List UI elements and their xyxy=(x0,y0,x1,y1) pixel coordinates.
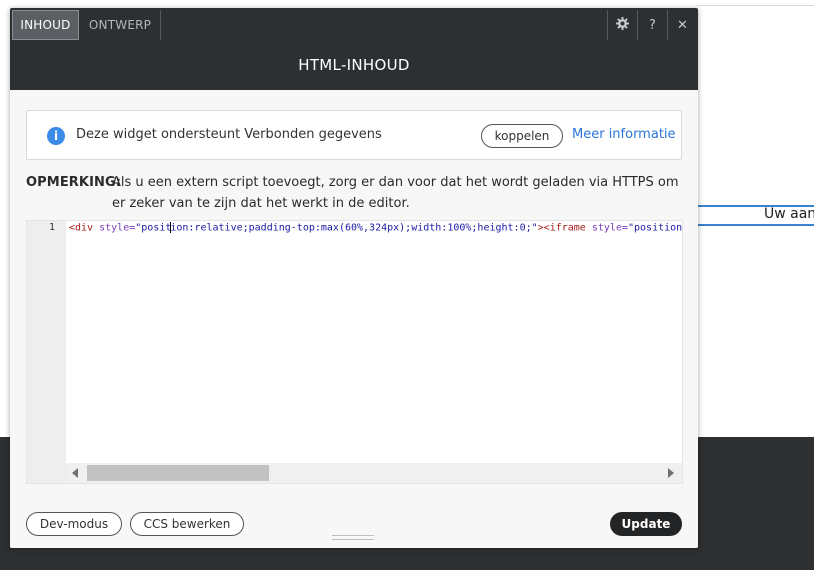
tab-divider xyxy=(160,10,161,40)
close-button[interactable]: ✕ xyxy=(667,10,697,40)
dev-mode-button[interactable]: Dev-modus xyxy=(26,512,122,536)
connected-data-info-box: i Deze widget ondersteunt Verbonden gege… xyxy=(26,110,682,160)
horizontal-scrollbar[interactable] xyxy=(66,463,682,483)
code-editor[interactable]: 1 <div style="position:relative;padding-… xyxy=(26,220,683,484)
scroll-right-arrow-icon[interactable] xyxy=(668,468,674,478)
tab-ontwerp[interactable]: ONTWERP xyxy=(80,10,160,40)
note-text: Als u een extern script toevoegt, zorg e… xyxy=(112,175,679,211)
close-icon: ✕ xyxy=(677,17,688,33)
more-info-link[interactable]: Meer informatie xyxy=(572,127,676,142)
dialog-title: HTML-INHOUD xyxy=(298,56,410,74)
help-button[interactable]: ? xyxy=(637,10,667,40)
code-attr-style: style= xyxy=(99,222,136,234)
update-button[interactable]: Update xyxy=(610,512,682,536)
html-content-dialog: INHOUD ONTWERP ? ✕ HTML-INHOUD i Deze wi… xyxy=(10,8,698,548)
dialog-header: HTML-INHOUD xyxy=(10,40,698,90)
info-text: Deze widget ondersteunt Verbonden gegeve… xyxy=(76,127,382,142)
code-iframe-style-value: "position xyxy=(627,222,682,234)
dialog-tab-bar: INHOUD ONTWERP ? ✕ xyxy=(10,8,698,40)
note-label: OPMERKING: xyxy=(26,175,122,190)
code-tag-iframe: <iframe xyxy=(543,222,586,234)
edit-css-button[interactable]: CCS bewerken xyxy=(130,512,244,536)
background-dark-strip xyxy=(10,548,814,570)
tab-inhoud[interactable]: INHOUD xyxy=(12,10,79,40)
code-attr-iframe-style: style= xyxy=(591,222,628,234)
connect-button[interactable]: koppelen xyxy=(481,124,563,148)
dialog-body: i Deze widget ondersteunt Verbonden gege… xyxy=(10,90,698,548)
code-value-start: "posit xyxy=(135,222,172,234)
resize-handle[interactable] xyxy=(332,535,374,540)
background-text-field-value: Uw aan xyxy=(764,206,814,222)
code-line[interactable]: <div style="position:relative;padding-to… xyxy=(69,222,682,234)
editor-gutter: 1 xyxy=(27,221,66,483)
background-divider xyxy=(697,5,814,6)
info-icon: i xyxy=(47,127,65,145)
scroll-left-arrow-icon[interactable] xyxy=(72,468,78,478)
code-tag-div: <div xyxy=(69,222,94,234)
gear-icon xyxy=(615,16,630,35)
code-value-rest: ion:relative;padding-top:max(60%,324px);… xyxy=(170,222,538,234)
scrollbar-thumb[interactable] xyxy=(87,465,269,481)
settings-button[interactable] xyxy=(607,10,637,40)
line-number: 1 xyxy=(48,222,55,233)
